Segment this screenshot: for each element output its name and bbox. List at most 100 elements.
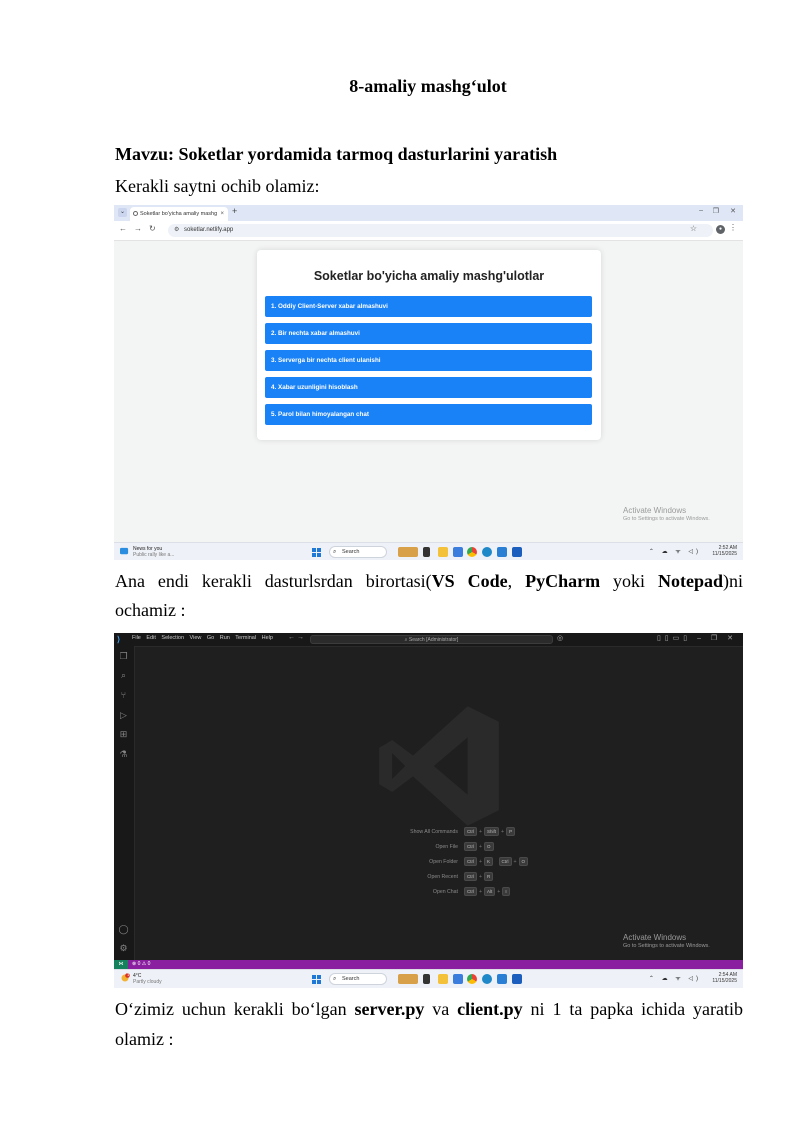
key: O bbox=[484, 842, 494, 851]
vscode-nav-arrows[interactable]: ← → bbox=[288, 634, 304, 641]
weather-widget[interactable]: 1 4°C Partly cloudy bbox=[121, 972, 162, 985]
server-file-name: server.py bbox=[354, 999, 425, 1019]
word-icon[interactable] bbox=[512, 974, 522, 984]
key: Shift bbox=[484, 827, 500, 836]
taskbar-search[interactable]: ⌕ Search bbox=[329, 546, 387, 558]
vscode-taskbar-icon[interactable] bbox=[497, 547, 507, 557]
edge-icon[interactable] bbox=[482, 547, 492, 557]
profile-icon[interactable]: ● bbox=[716, 225, 725, 234]
edge-icon[interactable] bbox=[482, 974, 492, 984]
widgets-icon[interactable] bbox=[398, 547, 418, 557]
practice-item-5[interactable]: 5. Parol bilan himoyalangan chat bbox=[265, 404, 592, 425]
notepad-name: Notepad bbox=[657, 571, 723, 591]
file-explorer-icon[interactable] bbox=[438, 974, 448, 984]
key: Ctrl bbox=[464, 857, 477, 866]
vscode-command-center[interactable]: ⌕ Search [Administrator] bbox=[310, 635, 553, 644]
task-view-icon[interactable] bbox=[423, 974, 430, 984]
weather-condition: Partly cloudy bbox=[133, 979, 162, 985]
document-heading: 8-amaliy mashg‘ulot bbox=[349, 76, 507, 96]
shortcut-row[interactable]: Open File Ctrl + O bbox=[344, 842, 594, 852]
run-debug-icon[interactable]: ▷ bbox=[118, 710, 129, 721]
activate-title: Activate Windows bbox=[623, 933, 687, 942]
notification-badge: 1 bbox=[127, 972, 130, 977]
bookmark-star-icon[interactable]: ☆ bbox=[690, 224, 697, 233]
browser-tab[interactable]: Soketlar bo'yicha amaliy mashg × bbox=[130, 207, 228, 221]
extensions-icon[interactable]: ⊞ bbox=[118, 729, 129, 740]
restore-icon[interactable]: ❐ bbox=[713, 207, 719, 215]
vscode-titlebar: ⟩ File Edit Selection View Go Run Termin… bbox=[114, 633, 743, 647]
menu-kebab-icon[interactable]: ⋮ bbox=[729, 223, 737, 232]
key: R bbox=[484, 872, 494, 881]
activate-title: Activate Windows bbox=[623, 506, 687, 515]
vscode-window-controls[interactable]: ▯▯▭▯ – ❐ ✕ bbox=[657, 634, 737, 642]
practice-card: Soketlar bo'yicha amaliy mashg'ulotlar 1… bbox=[257, 250, 601, 440]
forward-icon[interactable]: → bbox=[134, 224, 142, 233]
system-tray-icons[interactable]: ⌃ ☁ ᯤ ◁) bbox=[649, 974, 701, 982]
shortcut-row[interactable]: Open Folder Ctrl + K Ctrl + O bbox=[344, 857, 594, 867]
source-control-icon[interactable]: ⑂ bbox=[118, 690, 129, 701]
shortcut-label: Open Folder bbox=[429, 859, 458, 865]
shortcut-row[interactable]: Show All Commands Ctrl + Shift + P bbox=[344, 827, 594, 837]
file-explorer-icon[interactable] bbox=[438, 547, 448, 557]
chrome-icon[interactable] bbox=[467, 974, 477, 984]
para3-text-post: ni 1 ta papka ichida yaratib bbox=[522, 999, 743, 1019]
close-window-icon[interactable]: ✕ bbox=[730, 207, 736, 215]
clock-date: 11/15/2025 bbox=[712, 978, 737, 984]
shortcut-label: Open Chat bbox=[432, 889, 458, 895]
back-icon[interactable]: ← bbox=[119, 224, 127, 233]
news-widget[interactable]: News for you Public rally like a... bbox=[120, 546, 175, 558]
copilot-icon[interactable]: ◎ bbox=[557, 634, 563, 642]
clock[interactable]: 2:54 AM 11/15/2025 bbox=[712, 972, 737, 984]
windows-start-icon[interactable] bbox=[312, 975, 321, 984]
shortcut-row[interactable]: Open Recent Ctrl + R bbox=[344, 872, 594, 882]
word-icon[interactable] bbox=[512, 547, 522, 557]
app-icon[interactable] bbox=[453, 974, 463, 984]
vscode-status-bar: ⋈ ⊗ 0 ⚠ 0 bbox=[114, 960, 743, 969]
para2-yoki: yoki bbox=[600, 571, 658, 591]
search-icon: ⌕ bbox=[333, 549, 337, 555]
clock[interactable]: 2:52 AM 11/15/2025 bbox=[712, 545, 737, 557]
paragraph-open-editor-line2: ochamiz : bbox=[115, 600, 186, 620]
key: Alt bbox=[484, 887, 496, 896]
activate-windows-watermark: Activate Windows Go to Settings to activ… bbox=[623, 933, 710, 949]
shortcut-row[interactable]: Open Chat Ctrl + Alt + I bbox=[344, 887, 594, 897]
remote-icon[interactable]: ⋈ bbox=[114, 960, 128, 969]
vscode-watermark-logo-icon bbox=[379, 706, 499, 826]
new-tab-icon[interactable]: + bbox=[232, 206, 237, 216]
shortcut-keys: Ctrl + Shift + P bbox=[464, 827, 516, 837]
reload-icon[interactable]: ↻ bbox=[149, 224, 156, 233]
widgets-icon[interactable] bbox=[398, 974, 418, 984]
app-icon[interactable] bbox=[453, 547, 463, 557]
practice-item-4[interactable]: 4. Xabar uzunligini hisoblash bbox=[265, 377, 592, 398]
taskbar-search[interactable]: ⌕ Search bbox=[329, 973, 387, 985]
problems-indicator[interactable]: ⊗ 0 ⚠ 0 bbox=[132, 960, 150, 969]
practice-item-2[interactable]: 2. Bir nechta xabar almashuvi bbox=[265, 323, 592, 344]
key: I bbox=[502, 887, 510, 896]
task-view-icon[interactable] bbox=[423, 547, 430, 557]
key: P bbox=[506, 827, 516, 836]
site-info-icon[interactable]: ⚙ bbox=[174, 224, 179, 237]
address-bar[interactable]: ⚙ soketlar.netlify.app bbox=[168, 224, 713, 237]
system-tray-icons[interactable]: ⌃ ☁ ᯤ ◁) bbox=[649, 547, 701, 555]
vscode-menu[interactable]: File Edit Selection View Go Run Terminal… bbox=[132, 635, 273, 641]
windows-start-icon[interactable] bbox=[312, 548, 321, 557]
settings-gear-icon[interactable]: ⚙ bbox=[118, 943, 129, 954]
vscode-search-label: Search [Administrator] bbox=[408, 637, 459, 643]
practice-item-3[interactable]: 3. Serverga bir nechta client ulanishi bbox=[265, 350, 592, 371]
tab-search-icon[interactable]: ⌄ bbox=[118, 208, 127, 217]
vscode-screenshot: ⟩ File Edit Selection View Go Run Termin… bbox=[114, 633, 743, 988]
practice-item-1[interactable]: 1. Oddiy Client-Server xabar almashuvi bbox=[265, 296, 592, 317]
accounts-icon[interactable]: ◯ bbox=[118, 924, 129, 935]
testing-icon[interactable]: ⚗ bbox=[118, 749, 129, 760]
shortcut-label: Open Recent bbox=[427, 874, 458, 880]
minimize-icon[interactable]: – bbox=[699, 207, 703, 214]
search-icon[interactable]: ⌕ bbox=[118, 670, 129, 681]
chrome-icon[interactable] bbox=[467, 547, 477, 557]
close-tab-icon[interactable]: × bbox=[220, 207, 224, 221]
news-subtitle: Public rally like a... bbox=[133, 552, 175, 558]
key: O bbox=[518, 857, 529, 866]
explorer-icon[interactable]: ❐ bbox=[118, 651, 129, 662]
globe-icon bbox=[133, 211, 138, 216]
taskbar-search-label: Search bbox=[342, 976, 360, 982]
vscode-taskbar-icon[interactable] bbox=[497, 974, 507, 984]
